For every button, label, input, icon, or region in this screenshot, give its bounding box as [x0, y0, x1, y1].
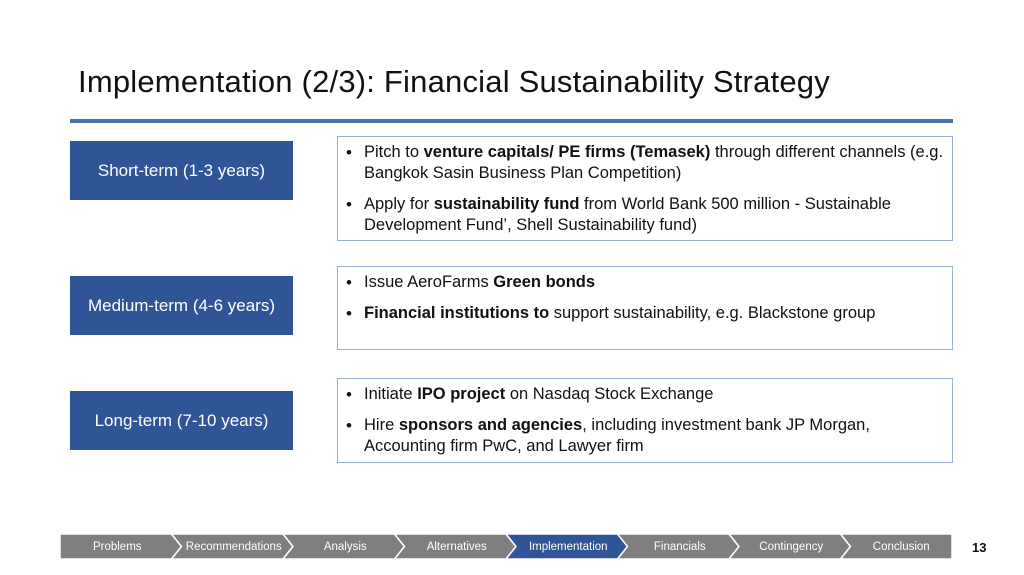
nav-item-contingency[interactable]: Contingency	[739, 534, 844, 559]
nav-item-implementation[interactable]: Implementation	[516, 534, 621, 559]
bullet-item: Initiate IPO project on Nasdaq Stock Exc…	[346, 384, 944, 405]
bullet-text: Initiate	[364, 385, 418, 403]
phase-box-long-term: Long-term (7-10 years)	[70, 391, 293, 450]
phase-box-short-term: Short-term (1-3 years)	[70, 141, 293, 200]
nav-item-analysis[interactable]: Analysis	[293, 534, 398, 559]
nav-item-recommendations[interactable]: Recommendations	[182, 534, 287, 559]
detail-box-short-term: Pitch to venture capitals/ PE firms (Tem…	[337, 136, 953, 241]
slide-title: Implementation (2/3): Financial Sustaina…	[78, 64, 830, 99]
bullet-emphasis: venture capitals/ PE firms (Temasek)	[423, 143, 711, 161]
bullet-text: Hire	[364, 416, 399, 434]
bullet-item: Hire sponsors and agencies, including in…	[346, 415, 944, 457]
bullet-list: Initiate IPO project on Nasdaq Stock Exc…	[346, 384, 944, 457]
bullet-list: Issue AeroFarms Green bonds Financial ins…	[346, 272, 944, 324]
nav-item-financials[interactable]: Financials	[628, 534, 733, 559]
phase-label: Long-term (7-10 years)	[94, 410, 269, 430]
page-number: 13	[972, 540, 987, 555]
bullet-text: Pitch to	[364, 143, 424, 161]
bullet-emphasis: IPO project	[417, 385, 506, 403]
bullet-emphasis: Financial institutions to	[364, 304, 550, 322]
nav-item-problems[interactable]: Problems	[60, 534, 175, 559]
section-nav-bar: Problems Recommendations Analysis Alternati…	[60, 534, 952, 559]
phase-label: Short-term (1-3 years)	[97, 160, 266, 180]
bullet-item: Financial institutions to support sustai…	[346, 303, 944, 324]
bullet-emphasis: Green bonds	[493, 273, 596, 291]
bullet-item: Issue AeroFarms Green bonds	[346, 272, 944, 293]
bullet-list: Pitch to venture capitals/ PE firms (Tem…	[346, 142, 944, 236]
nav-item-conclusion[interactable]: Conclusion	[851, 534, 953, 559]
bullet-item: Pitch to venture capitals/ PE firms (Tem…	[346, 142, 944, 184]
phase-box-medium-term: Medium-term (4-6 years)	[70, 276, 293, 335]
bullet-text: Apply for	[364, 195, 434, 213]
bullet-text: Issue AeroFarms	[364, 273, 494, 291]
bullet-item: Apply for sustainability fund from World…	[346, 194, 944, 236]
bullet-text: support sustainability, e.g. Blackstone …	[549, 304, 876, 322]
title-underline	[70, 119, 953, 123]
detail-box-medium-term: Issue AeroFarms Green bonds Financial ins…	[337, 266, 953, 350]
bullet-emphasis: sustainability fund	[433, 195, 580, 213]
bullet-text: on Nasdaq Stock Exchange	[505, 385, 714, 403]
detail-box-long-term: Initiate IPO project on Nasdaq Stock Exc…	[337, 378, 953, 463]
bullet-emphasis: sponsors and agencies	[398, 416, 583, 434]
nav-item-alternatives[interactable]: Alternatives	[405, 534, 510, 559]
phase-label: Medium-term (4-6 years)	[87, 295, 276, 315]
